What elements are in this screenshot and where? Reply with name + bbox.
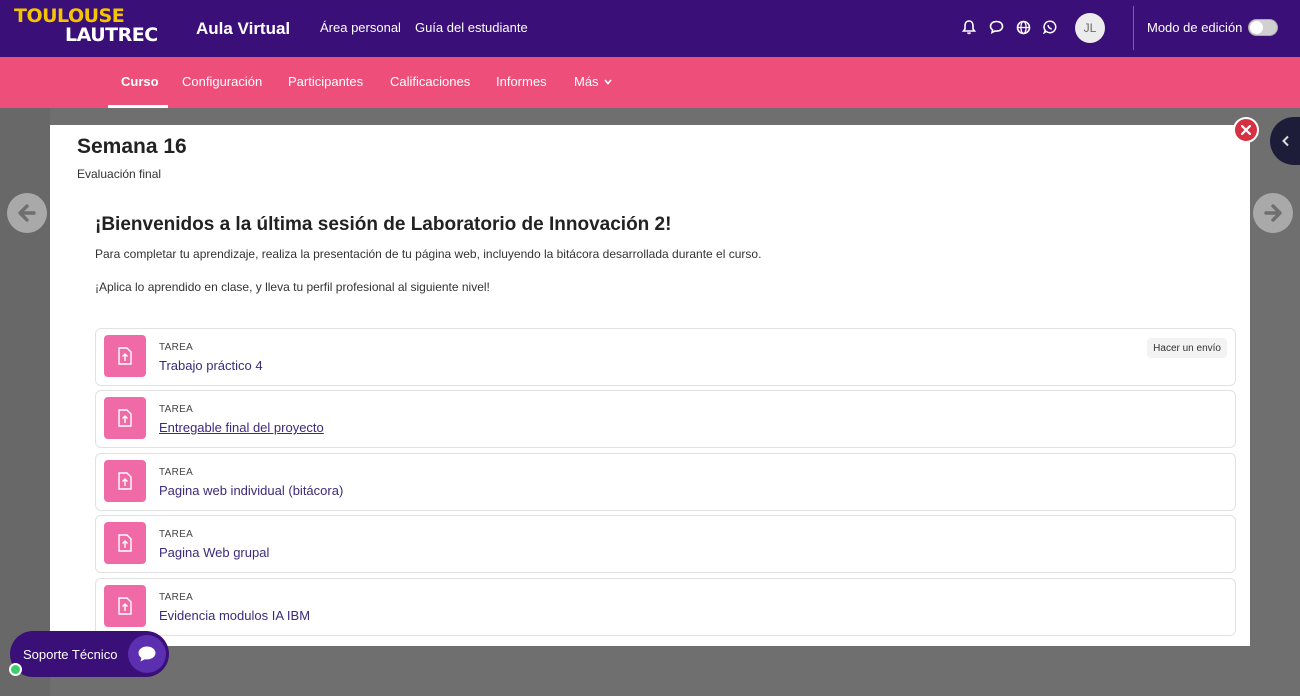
edit-mode-toggle[interactable] [1248, 19, 1278, 36]
activity-type: TAREA [159, 592, 194, 603]
chat-icon[interactable] [987, 18, 1005, 36]
section-modal: Semana 16 Evaluación final ¡Bienvenidos … [50, 125, 1250, 646]
tab-configuracion[interactable]: Configuración [182, 74, 262, 89]
close-modal-button[interactable] [1233, 117, 1259, 143]
activity-item[interactable]: TAREA Pagina web individual (bitácora) [95, 453, 1236, 511]
active-tab-indicator [108, 105, 168, 108]
activity-link[interactable]: Pagina web individual (bitácora) [159, 483, 343, 498]
globe-icon[interactable] [1014, 18, 1032, 36]
activity-item[interactable]: TAREA Trabajo práctico 4 Hacer un envío [95, 328, 1236, 386]
assignment-upload-icon [104, 585, 146, 627]
chat-bubble-icon [128, 635, 166, 673]
whatsapp-icon[interactable] [1041, 18, 1059, 36]
activity-type: TAREA [159, 404, 194, 415]
tab-mas[interactable]: Más [574, 74, 612, 89]
welcome-heading: ¡Bienvenidos a la última sesión de Labor… [95, 214, 672, 235]
activity-type: TAREA [159, 467, 194, 478]
assignment-upload-icon [104, 335, 146, 377]
status-badge: Hacer un envío [1147, 338, 1227, 358]
support-label: Soporte Técnico [23, 647, 118, 662]
activity-link[interactable]: Entregable final del proyecto [159, 420, 324, 435]
nav-area-personal[interactable]: Área personal [320, 20, 401, 35]
activity-item[interactable]: TAREA Evidencia modulos IA IBM [95, 578, 1236, 636]
activity-link[interactable]: Evidencia modulos IA IBM [159, 608, 310, 623]
open-drawer-button[interactable] [1270, 117, 1300, 165]
arrow-right-icon [1264, 204, 1282, 222]
online-status-dot [9, 663, 22, 676]
navbar-divider [1133, 6, 1134, 50]
activity-link[interactable]: Trabajo práctico 4 [159, 358, 263, 373]
tab-curso[interactable]: Curso [121, 74, 159, 89]
activity-item[interactable]: TAREA Pagina Web grupal [95, 515, 1236, 573]
activity-type: TAREA [159, 342, 194, 353]
activity-type: TAREA [159, 529, 194, 540]
edit-mode-label: Modo de edición [1147, 20, 1243, 35]
tab-informes[interactable]: Informes [496, 74, 547, 89]
modal-subtitle: Evaluación final [77, 167, 162, 181]
close-icon [1241, 125, 1251, 135]
tab-calificaciones[interactable]: Calificaciones [390, 74, 470, 89]
modal-title: Semana 16 [77, 135, 187, 158]
site-logo[interactable]: TOULOUSE LAUTREC [14, 7, 179, 45]
support-chat-widget[interactable]: Soporte Técnico [10, 631, 169, 677]
prev-section-button[interactable] [7, 193, 47, 233]
next-section-button[interactable] [1253, 193, 1293, 233]
site-name[interactable]: Aula Virtual [196, 19, 290, 39]
activity-link[interactable]: Pagina Web grupal [159, 545, 269, 560]
assignment-upload-icon [104, 460, 146, 502]
logo-line2: LAUTREC [65, 24, 158, 46]
arrow-left-icon [18, 204, 36, 222]
assignment-upload-icon [104, 397, 146, 439]
chevron-left-icon [1282, 135, 1289, 147]
tab-mas-label: Más [574, 74, 599, 89]
tab-participantes[interactable]: Participantes [288, 74, 363, 89]
top-navbar: TOULOUSE LAUTREC Aula Virtual Área perso… [0, 0, 1300, 57]
bell-icon[interactable] [960, 18, 978, 36]
primary-nav: Área personal Guía del estudiante [320, 20, 528, 35]
user-avatar[interactable]: JL [1075, 13, 1105, 43]
activity-item[interactable]: TAREA Entregable final del proyecto [95, 390, 1236, 448]
welcome-paragraph: Para completar tu aprendizaje, realiza l… [95, 247, 762, 261]
course-nav: Curso Configuración Participantes Califi… [0, 57, 1300, 108]
welcome-paragraph-2: ¡Aplica lo aprendido en clase, y lleva t… [95, 280, 490, 294]
assignment-upload-icon [104, 522, 146, 564]
nav-guia-estudiante[interactable]: Guía del estudiante [415, 20, 528, 35]
chevron-down-icon [604, 79, 612, 85]
